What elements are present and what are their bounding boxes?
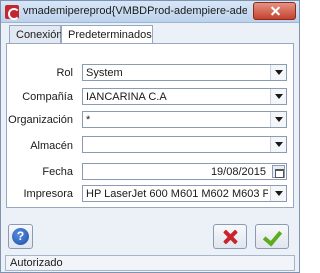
chevron-down-icon[interactable] — [270, 137, 286, 152]
login-dialog: vmademipereprod{VMBDProd-adempiere-ademp… — [0, 0, 300, 273]
chevron-down-icon[interactable] — [270, 186, 286, 201]
defaults-panel: Rol System Compañía IANCARINA C.A Organi… — [6, 43, 294, 208]
cancel-button[interactable] — [213, 224, 247, 249]
almacen-select[interactable] — [82, 136, 287, 153]
impresora-label: Impresora — [23, 188, 73, 200]
button-bar: ? — [6, 222, 294, 252]
chevron-down-icon[interactable] — [270, 112, 286, 127]
chevron-down-icon[interactable] — [270, 89, 286, 104]
fecha-value: 19/08/2015 — [210, 166, 266, 178]
fecha-label: Fecha — [42, 166, 73, 178]
almacen-label: Almacén — [30, 140, 73, 152]
ok-button[interactable] — [255, 224, 289, 249]
window-close-button[interactable] — [253, 2, 296, 20]
organizacion-value: * — [86, 114, 91, 126]
rol-select[interactable]: System — [82, 64, 287, 81]
impresora-value: HP LaserJet 600 M601 M602 M603 PCL6 — [86, 188, 268, 200]
help-icon: ? — [12, 228, 29, 245]
adempiere-logo-icon — [5, 5, 20, 20]
organizacion-label: Organización — [8, 114, 73, 126]
compania-value: IANCARINA C.A — [86, 91, 167, 103]
impresora-select[interactable]: HP LaserJet 600 M601 M602 M603 PCL6 — [82, 185, 287, 202]
window-title: vmademipereprod{VMBDProd-adempiere-ademp… — [23, 5, 247, 17]
fecha-input[interactable]: 19/08/2015 — [82, 163, 287, 180]
rol-label: Rol — [56, 67, 73, 79]
title-bar: vmademipereprod{VMBDProd-adempiere-ademp… — [1, 1, 299, 23]
chevron-down-icon[interactable] — [270, 65, 286, 80]
organizacion-select[interactable]: * — [82, 111, 287, 128]
compania-label: Compañía — [22, 91, 73, 103]
status-bar: Autorizado — [5, 255, 295, 271]
rol-value: System — [86, 67, 123, 79]
tab-predeterminados[interactable]: Predeterminados — [61, 25, 153, 45]
compania-select[interactable]: IANCARINA C.A — [82, 88, 287, 105]
tab-conexion[interactable]: Conexión — [9, 25, 62, 44]
status-text: Autorizado — [10, 257, 63, 269]
calendar-icon[interactable] — [272, 165, 285, 178]
help-button[interactable]: ? — [8, 224, 33, 249]
